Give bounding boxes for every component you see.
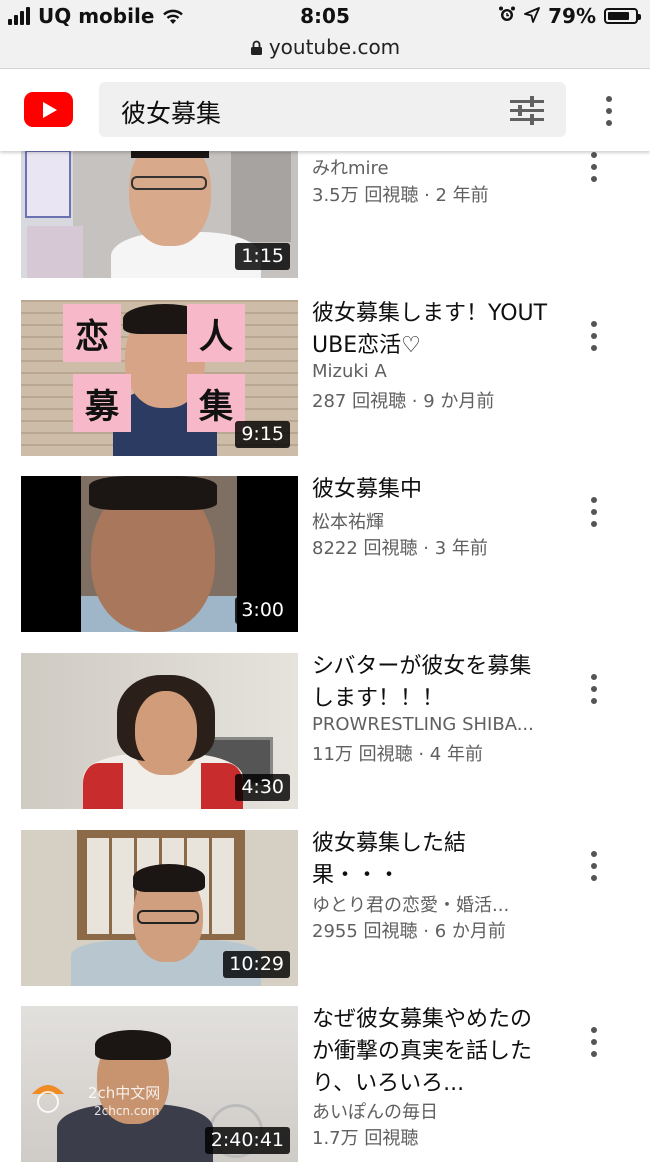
video-more-vertical-icon[interactable] <box>591 1027 597 1057</box>
video-more-vertical-icon[interactable] <box>591 674 597 704</box>
site-watermark: 2ch中文网 2chcn.com <box>28 1078 198 1138</box>
video-channel: ゆとり君の恋愛・婚活... <box>312 895 510 916</box>
thumb-text: 募 <box>73 374 131 432</box>
header-more-vertical-icon[interactable] <box>606 96 612 126</box>
thumb-text: 人 <box>187 304 245 362</box>
video-meta: 8222 回視聴 · 3 年前 <box>312 538 488 559</box>
video-channel: あいぽんの毎日 <box>312 1102 438 1123</box>
video-duration: 4:30 <box>235 774 290 801</box>
watermark-domain: 2chcn.com <box>94 1104 160 1118</box>
watermark-mascot-icon <box>32 1085 64 1113</box>
video-result[interactable]: 3:00 彼女募集中 松本祐輝 8222 回視聴 · 3 年前 <box>0 476 650 634</box>
video-channel: みれmire <box>312 158 389 179</box>
video-thumbnail[interactable]: 4:30 <box>21 653 298 809</box>
video-title[interactable]: 彼女募集中 <box>312 474 552 506</box>
results-list: 1:15 みれmire 3.5万 回視聴 · 2 年前 恋 人 募 集 9:15… <box>0 0 650 1162</box>
video-thumbnail[interactable]: 10:29 <box>21 830 298 986</box>
video-meta: 11万 回視聴 · 4 年前 <box>312 744 483 765</box>
video-more-vertical-icon[interactable] <box>591 152 597 182</box>
watermark-text: 2ch中文网 <box>88 1084 161 1102</box>
youtube-logo-icon[interactable] <box>24 92 73 127</box>
video-duration: 10:29 <box>223 951 290 978</box>
video-more-vertical-icon[interactable] <box>591 321 597 351</box>
video-title[interactable]: 彼女募集した結果・・・ <box>312 828 552 892</box>
video-meta: 1.7万 回視聴 <box>312 1128 419 1149</box>
video-title[interactable]: 彼女募集します！YOUTUBE恋活♡ <box>312 298 552 362</box>
video-channel: PROWRESTLING SHIBA... <box>312 714 534 735</box>
video-more-vertical-icon[interactable] <box>591 497 597 527</box>
video-duration: 1:15 <box>235 243 290 270</box>
video-title[interactable]: シバターが彼女を募集します！！！ <box>312 651 552 715</box>
video-duration: 2:40:41 <box>204 1127 290 1154</box>
video-meta: 2955 回視聴 · 6 か月前 <box>312 921 506 942</box>
video-more-vertical-icon[interactable] <box>591 851 597 881</box>
video-result[interactable]: 10:29 彼女募集した結果・・・ ゆとり君の恋愛・婚活... 2955 回視聴… <box>0 830 650 988</box>
youtube-header: 彼女募集 <box>0 69 650 151</box>
video-channel: 松本祐輝 <box>312 512 384 533</box>
video-result[interactable]: 恋 人 募 集 9:15 彼女募集します！YOUTUBE恋活♡ Mizuki A… <box>0 300 650 458</box>
search-query[interactable]: 彼女募集 <box>121 94 221 130</box>
video-thumbnail[interactable]: 恋 人 募 集 9:15 <box>21 300 298 456</box>
video-channel: Mizuki A <box>312 361 387 382</box>
video-meta: 3.5万 回視聴 · 2 年前 <box>312 185 489 206</box>
filter-sliders-icon[interactable] <box>510 95 544 125</box>
thumb-text: 恋 <box>63 304 121 362</box>
search-box[interactable]: 彼女募集 <box>99 82 566 137</box>
video-thumbnail[interactable]: 3:00 <box>21 476 298 632</box>
video-meta: 287 回視聴 · 9 か月前 <box>312 391 495 412</box>
video-title[interactable]: なぜ彼女募集やめたのか衝撃の真実を話したり、いろいろ... <box>312 1004 552 1100</box>
video-duration: 3:00 <box>235 597 290 624</box>
video-duration: 9:15 <box>235 421 290 448</box>
video-result[interactable]: 4:30 シバターが彼女を募集します！！！ PROWRESTLING SHIBA… <box>0 653 650 811</box>
